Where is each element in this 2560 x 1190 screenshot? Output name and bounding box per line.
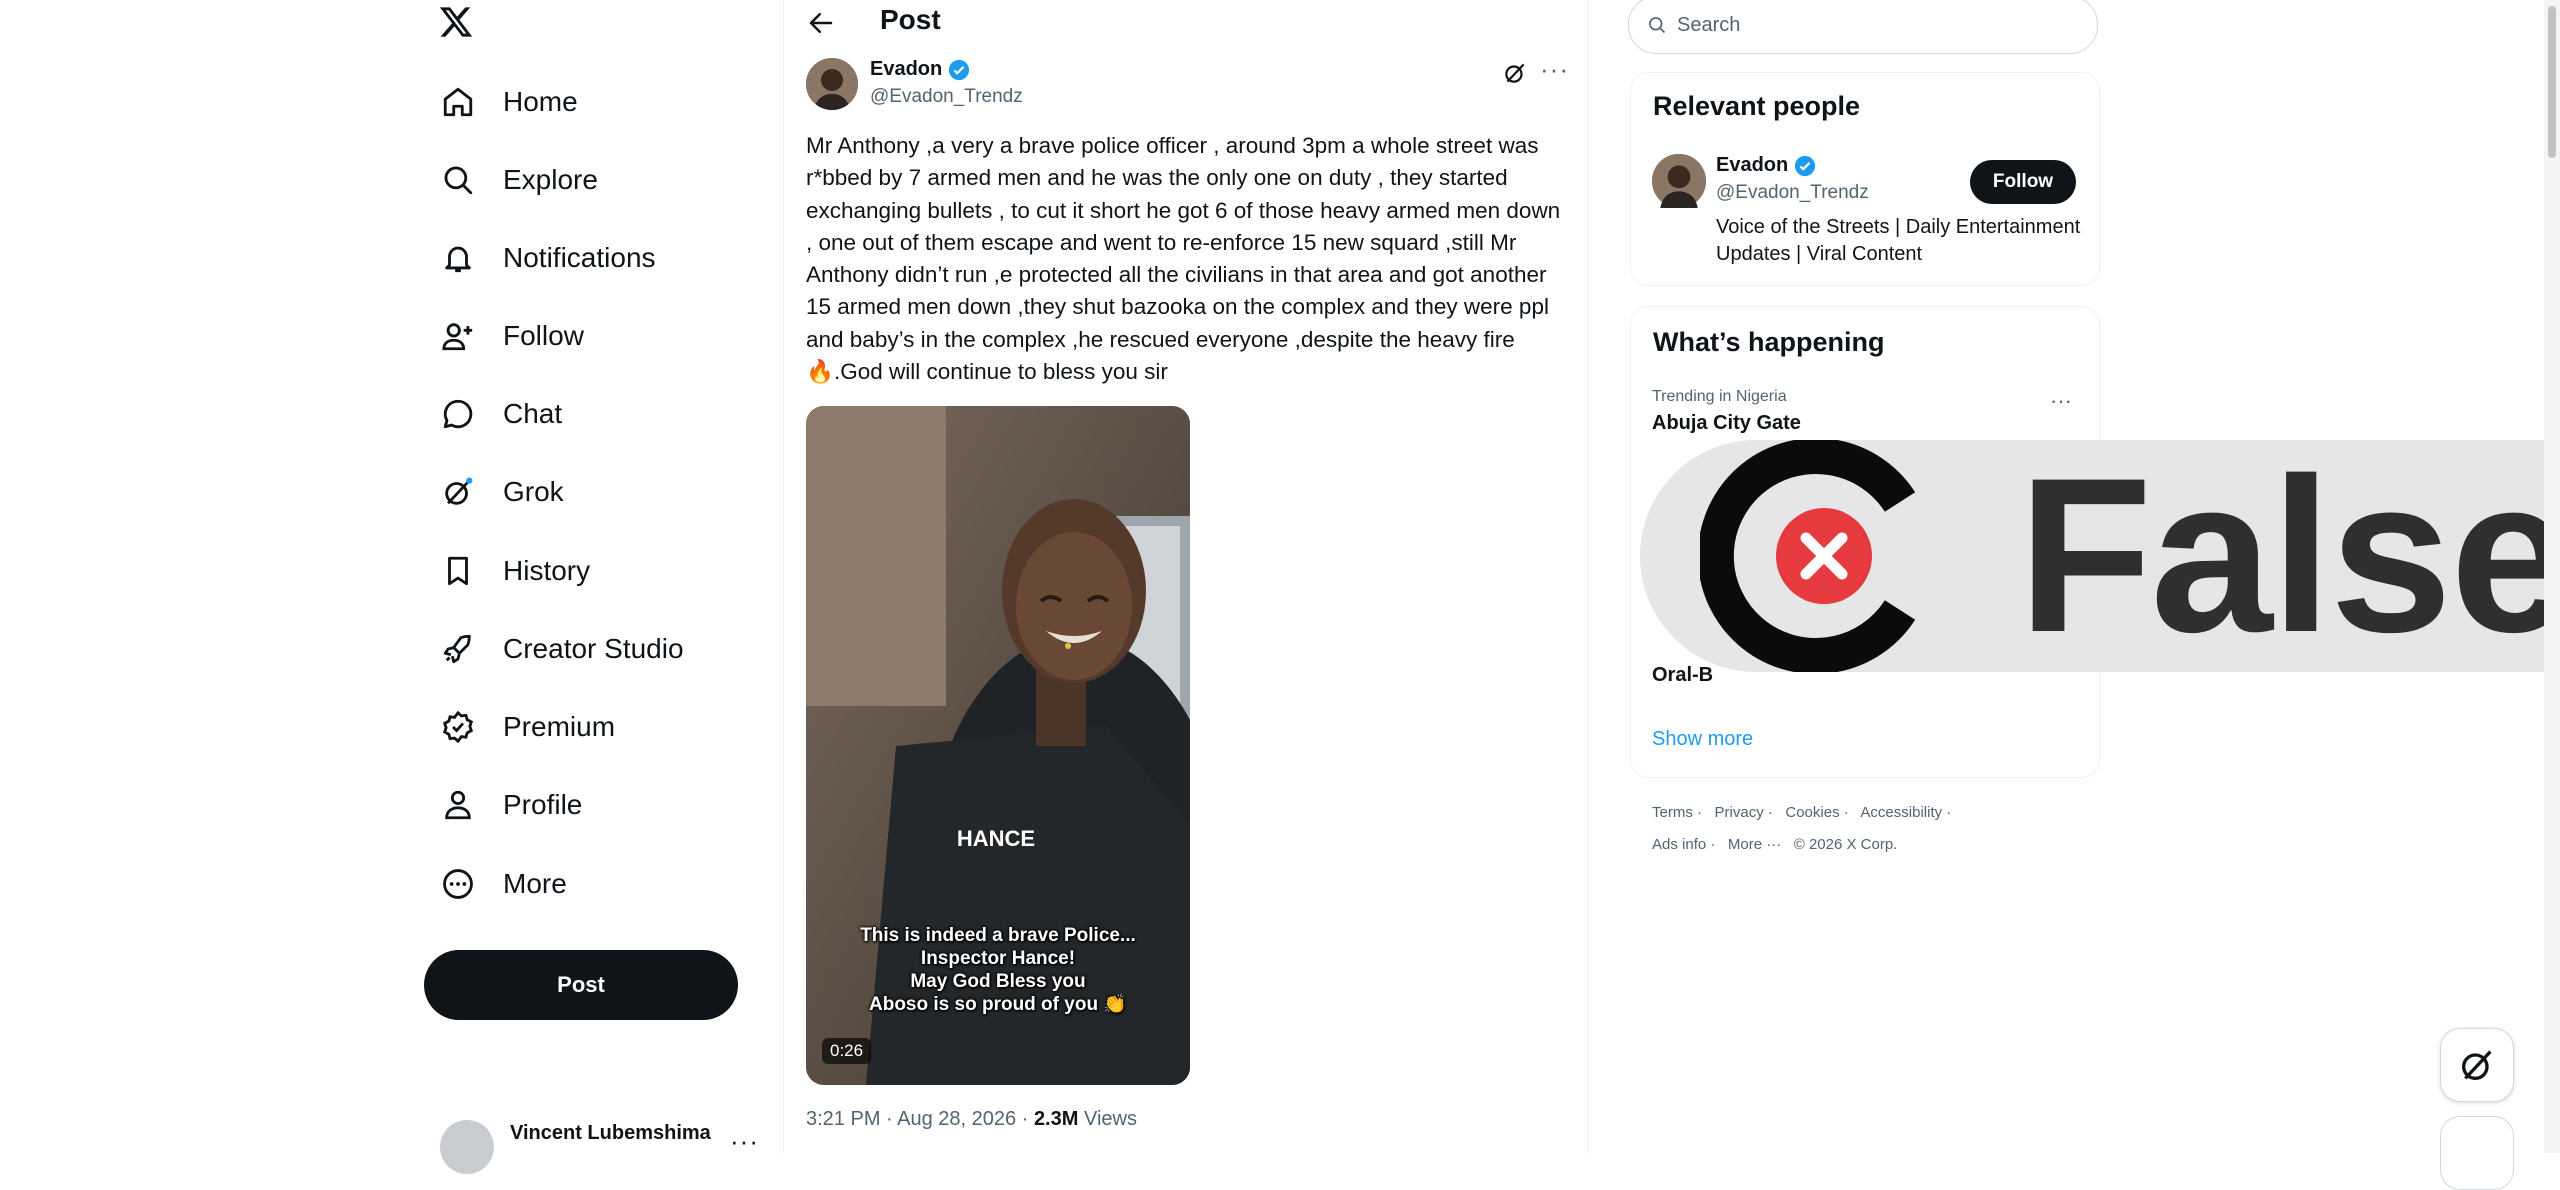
fact-check-logo-icon [1697, 438, 1932, 674]
whats-happening-title: What’s happening [1653, 327, 1885, 357]
follow-button[interactable]: Follow [1970, 160, 2076, 204]
verified-check-icon [1794, 155, 1816, 177]
footer-link[interactable]: Accessibility [1860, 804, 1942, 821]
grok-float-button[interactable] [2440, 1028, 2514, 1102]
post-date[interactable]: Aug 28, 2026 [897, 1108, 1016, 1130]
home-icon [440, 84, 476, 120]
nav-chat[interactable]: Chat [440, 386, 562, 442]
footer-link[interactable]: Privacy [1715, 804, 1764, 821]
trend-item[interactable]: Abuja City Gate [1652, 412, 1801, 435]
nav-creator-studio[interactable]: Creator Studio [440, 621, 684, 677]
nav-grok-label: Grok [503, 476, 564, 507]
author-name[interactable]: Evadon [870, 58, 970, 81]
column-divider-left [783, 0, 784, 1153]
relevant-people-title: Relevant people [1653, 91, 1861, 121]
footer-copyright: © 2026 X Corp. [1793, 836, 1898, 853]
account-more-icon[interactable]: ··· [730, 1126, 759, 1157]
search-icon [440, 162, 476, 198]
footer-link[interactable]: More ··· [1728, 836, 1781, 853]
nav-more[interactable]: More [440, 856, 567, 912]
nav-chat-label: Chat [503, 398, 563, 429]
messages-float-button[interactable] [2440, 1116, 2514, 1190]
svg-text:HANCE: HANCE [957, 826, 1035, 851]
post-more-icon[interactable]: ··· [1540, 54, 1569, 85]
nav-premium[interactable]: Premium [440, 699, 615, 755]
relevant-person-name[interactable]: Evadon [1716, 154, 1816, 177]
footer-link[interactable]: Cookies [1785, 804, 1839, 821]
more-circle-icon [440, 866, 476, 902]
relevant-person-avatar[interactable] [1652, 154, 1706, 208]
views-label: Views [1083, 1108, 1137, 1130]
show-more-link[interactable]: Show more [1652, 728, 1753, 751]
views-count: 2.3M [1033, 1108, 1079, 1130]
nav-history[interactable]: History [440, 543, 590, 599]
search-placeholder: Search [1677, 13, 1741, 36]
nav-creator-studio-label: Creator Studio [503, 633, 684, 664]
nav-notifications[interactable]: Notifications [440, 230, 656, 286]
post-time[interactable]: 3:21 PM [806, 1108, 880, 1130]
relevant-person-handle[interactable]: @Evadon_Trendz [1716, 182, 1869, 204]
nav-home-label: Home [503, 86, 578, 117]
nav-notifications-label: Notifications [503, 242, 656, 273]
verified-check-icon [948, 59, 970, 81]
nav-more-label: More [503, 868, 567, 899]
post-meta: 3:21 PM · Aug 28, 2026 · 2.3M Views [806, 1108, 1137, 1130]
page-title: Post [880, 4, 941, 35]
video-caption: This is indeed a brave Police... Inspect… [860, 925, 1136, 1015]
trend-context: Trending in Nigeria [1652, 388, 1787, 405]
person-icon [440, 787, 476, 823]
column-divider-right [1587, 0, 1588, 1153]
nav-home[interactable]: Home [440, 74, 578, 130]
search-icon [1647, 15, 1667, 35]
footer-links-row-2: Ads info · More ··· © 2026 X Corp. [1652, 836, 1898, 853]
x-logo-icon[interactable] [438, 4, 474, 40]
grok-icon [2457, 1045, 2497, 1085]
footer-link[interactable]: Terms [1652, 804, 1693, 821]
nav-profile[interactable]: Profile [440, 777, 582, 833]
nav-premium-label: Premium [503, 711, 616, 742]
nav-grok[interactable]: Grok [440, 464, 564, 520]
grok-icon [440, 474, 476, 510]
account-name[interactable]: Vincent Lubemshima [510, 1122, 711, 1145]
nav-explore-label: Explore [503, 164, 598, 195]
bell-icon [440, 240, 476, 276]
footer-links-row-1: Terms · Privacy · Cookies · Accessibilit… [1652, 804, 1952, 821]
fact-check-verdict: False [2018, 432, 2560, 678]
person-plus-icon [440, 318, 476, 354]
verified-badge-icon [440, 709, 476, 745]
nav-explore[interactable]: Explore [440, 152, 598, 208]
grok-explain-icon[interactable] [1502, 60, 1528, 86]
post-text: Mr Anthony ,a very a brave police office… [806, 133, 1561, 385]
scrollbar-thumb[interactable] [2548, 6, 2556, 158]
account-avatar[interactable] [440, 1120, 494, 1174]
relevant-person-bio: Voice of the Streets | Daily Entertainme… [1716, 216, 2081, 265]
search-input[interactable]: Search [1628, 0, 2098, 54]
rocket-icon [440, 631, 476, 667]
nav-follow[interactable]: Follow [440, 308, 584, 364]
back-arrow-icon[interactable] [806, 8, 836, 38]
trend-more-icon[interactable]: ··· [2050, 388, 2072, 414]
scrollbar[interactable] [2544, 0, 2560, 1153]
footer-link[interactable]: Ads info [1652, 836, 1706, 853]
post-button[interactable]: Post [424, 950, 738, 1020]
nav-follow-label: Follow [503, 320, 584, 351]
nav-profile-label: Profile [503, 789, 583, 820]
post-video[interactable]: HANCE This is indeed a brave Police... I… [806, 406, 1190, 1085]
author-handle[interactable]: @Evadon_Trendz [870, 86, 1023, 108]
nav-history-label: History [503, 555, 591, 586]
video-duration: 0:26 [822, 1038, 872, 1064]
author-avatar[interactable] [806, 58, 858, 110]
chat-bubble-icon [440, 396, 476, 432]
bookmark-icon [440, 553, 476, 589]
